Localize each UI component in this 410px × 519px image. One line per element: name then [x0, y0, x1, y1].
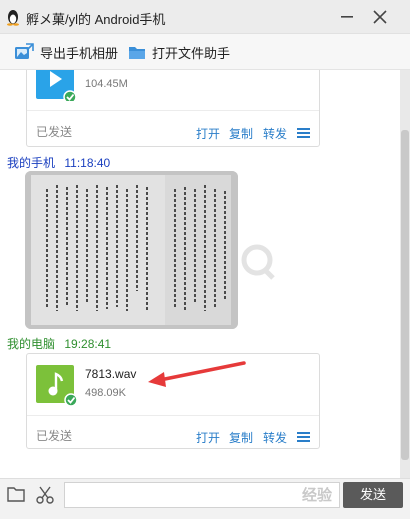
folder-icon[interactable]: [7, 486, 25, 502]
watermark-text: 经验: [302, 487, 333, 504]
open-link[interactable]: 打开: [196, 125, 220, 142]
scissors-icon[interactable]: [36, 486, 54, 504]
copy-link[interactable]: 复制: [229, 125, 253, 142]
sender-header-pc: 我的电脑 19:28:41: [7, 335, 111, 352]
video-file-icon: [36, 70, 76, 101]
sender-header-phone: 我的手机 11:18:40: [7, 154, 110, 171]
export-album-button[interactable]: 导出手机相册: [14, 42, 118, 62]
message-time: 19:28:41: [64, 337, 112, 351]
open-file-assistant-label: 打开文件助手: [152, 45, 231, 61]
send-button[interactable]: 发送: [343, 482, 403, 508]
scrollbar-thumb[interactable]: [401, 130, 409, 460]
more-menu-icon[interactable]: [297, 128, 310, 138]
toolbar: 导出手机相册 打开文件助手: [0, 34, 410, 70]
more-menu-icon[interactable]: [297, 432, 310, 442]
export-album-icon: [15, 43, 34, 59]
open-file-assistant-button[interactable]: 打开文件助手: [128, 42, 230, 62]
forward-link[interactable]: 转发: [263, 125, 287, 142]
input-bar: 经验 发送: [0, 478, 410, 519]
status-sent: 已发送: [36, 429, 73, 443]
message-time: 11:18:40: [64, 156, 111, 170]
open-link[interactable]: 打开: [196, 429, 220, 446]
sender-name: 我的手机: [7, 156, 56, 170]
export-album-label: 导出手机相册: [40, 45, 119, 61]
file-size: 498.09K: [85, 387, 126, 399]
folder-icon: [129, 47, 145, 59]
chat-area: 104.45M 已发送 打开 复制 转发 我的手机 11:18:40 我的电脑 …: [0, 70, 400, 478]
file-card-video: 104.45M 已发送 打开 复制 转发: [26, 70, 320, 147]
file-size: 104.45M: [85, 78, 128, 90]
minimize-icon[interactable]: [340, 10, 354, 24]
sent-photo[interactable]: [25, 171, 238, 329]
file-name[interactable]: 7813.wav: [85, 367, 136, 381]
chat-scrollbar[interactable]: [400, 70, 410, 478]
close-icon[interactable]: [372, 9, 388, 25]
annotation-arrow-icon: [148, 361, 246, 387]
sender-name: 我的电脑: [7, 337, 56, 351]
forward-link[interactable]: 转发: [263, 429, 287, 446]
audio-file-icon: [36, 365, 78, 407]
status-sent: 已发送: [36, 125, 73, 139]
message-input[interactable]: [64, 482, 340, 508]
title-bar: 孵メ菓/yl的 Android手机: [0, 0, 410, 34]
qq-watermark-icon: [241, 244, 275, 280]
copy-link[interactable]: 复制: [229, 429, 253, 446]
book-page-photo-image: [25, 171, 238, 329]
window-title: 孵メ菓/yl的 Android手机: [26, 12, 166, 27]
qq-penguin-icon: [7, 10, 19, 26]
